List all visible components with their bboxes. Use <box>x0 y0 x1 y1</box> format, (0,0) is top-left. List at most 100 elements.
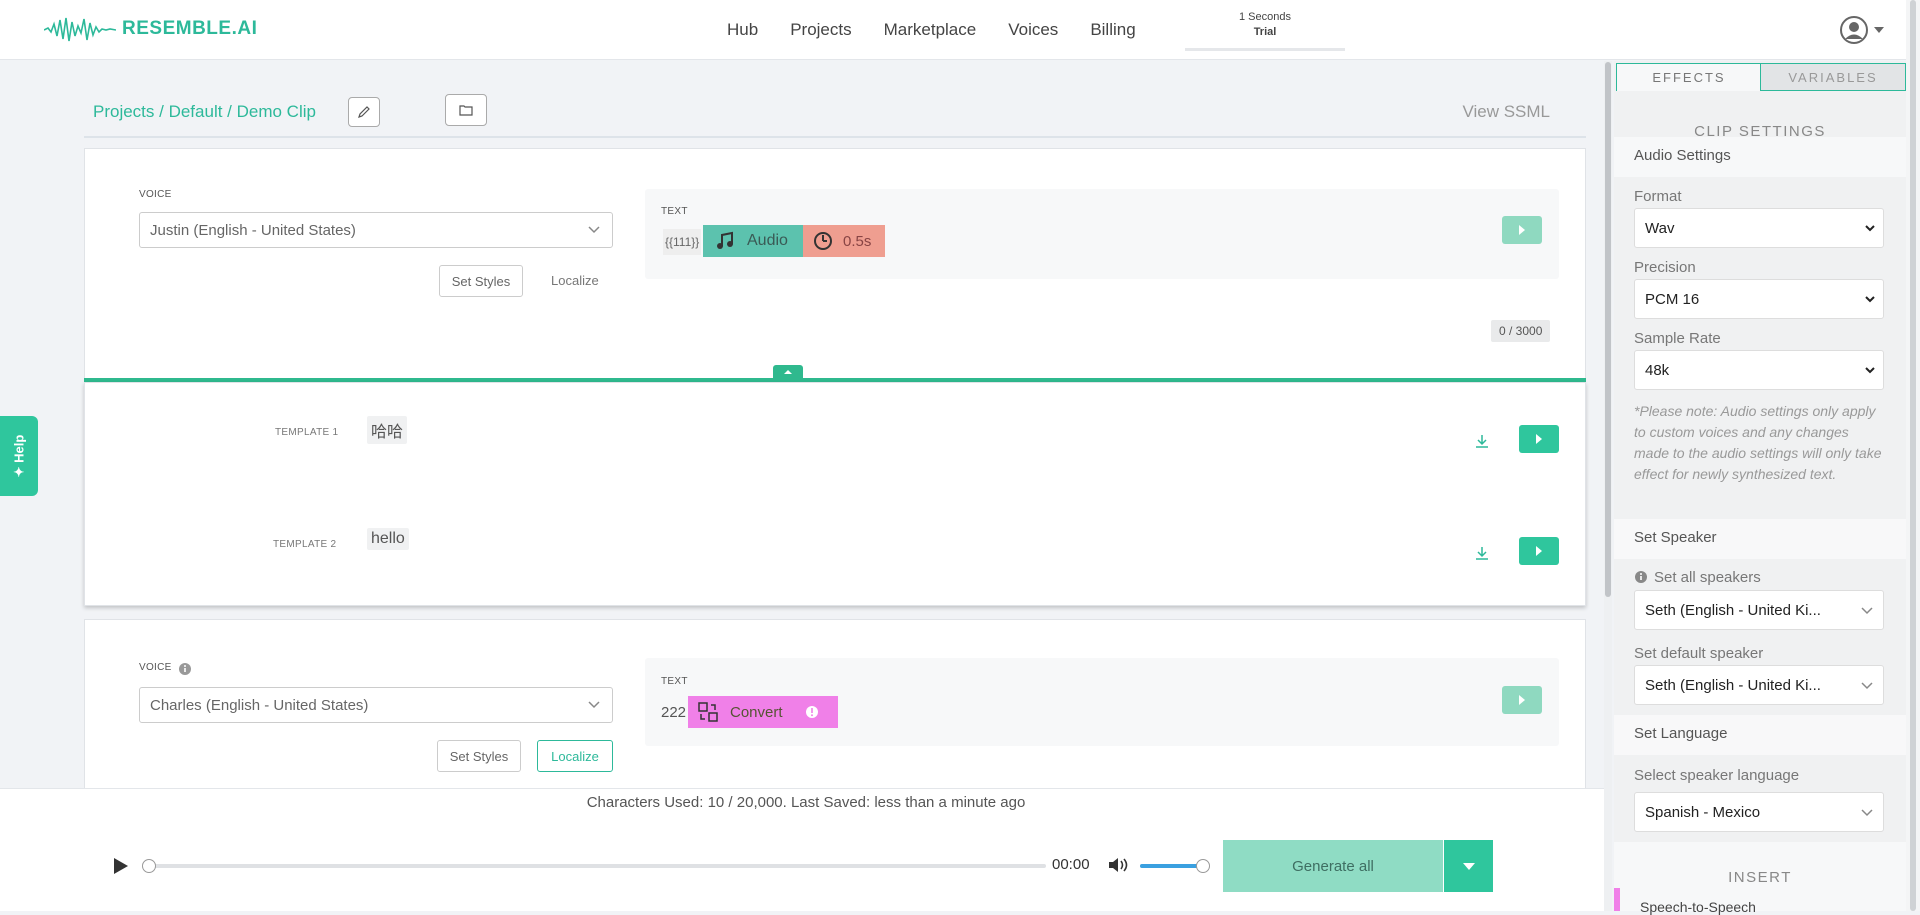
info-icon[interactable] <box>1634 570 1648 584</box>
speaker-language-value: Spanish - Mexico <box>1645 803 1761 821</box>
nav-billing[interactable]: Billing <box>1090 20 1135 40</box>
set-language-heading: Set Language <box>1634 725 1728 742</box>
char-counter: 0 / 3000 <box>1491 320 1551 342</box>
text-area[interactable]: TEXT {{111}} Audio 0.5s <box>645 189 1559 279</box>
precision-select[interactable]: PCM 16 <box>1634 279 1884 319</box>
chevron-down-icon <box>1861 809 1873 817</box>
generate-all-button[interactable]: Generate all <box>1223 840 1443 892</box>
text-area[interactable]: TEXT 222 Convert <box>645 658 1559 746</box>
set-styles-button[interactable]: Set Styles <box>439 265 523 297</box>
variable-token[interactable]: {{111}} <box>663 229 702 255</box>
voice-select[interactable]: Charles (English - United States) <box>139 687 613 723</box>
generate-options-button[interactable] <box>1443 840 1493 892</box>
trial-indicator[interactable]: 1 Seconds Trial <box>1185 10 1345 40</box>
page-scrollbar[interactable] <box>1906 0 1920 911</box>
volume-slider[interactable] <box>1140 864 1202 868</box>
trial-progress-bar <box>1185 48 1345 51</box>
precision-value: PCM 16 <box>1645 290 1700 308</box>
brand-name: RESEMBLE.AI <box>122 18 258 39</box>
play-template-2-button[interactable] <box>1519 537 1559 565</box>
play-clip-button[interactable] <box>1502 216 1542 244</box>
brand-logo[interactable]: RESEMBLE.AI <box>44 14 257 44</box>
format-value: Wav <box>1645 219 1675 237</box>
download-icon[interactable] <box>1474 433 1490 449</box>
format-select[interactable]: Wav <box>1634 208 1884 248</box>
convert-tag-label: Convert <box>730 703 783 721</box>
chevron-down-icon <box>588 701 600 709</box>
play-clip-button[interactable] <box>1502 686 1542 714</box>
tab-effects[interactable]: EFFECTS <box>1616 63 1762 91</box>
localize-button[interactable]: Localize <box>537 740 613 772</box>
caret-down-icon <box>1874 27 1884 33</box>
convert-icon <box>698 702 718 722</box>
audio-tag[interactable]: Audio <box>703 225 803 257</box>
clip-text: 222 <box>661 704 687 721</box>
pause-tag[interactable]: 0.5s <box>803 225 885 257</box>
edit-title-button[interactable] <box>348 97 380 127</box>
all-speakers-select[interactable]: Seth (English - United Ki... <box>1634 590 1884 630</box>
help-tab[interactable]: ✦ Help <box>0 416 38 496</box>
play-icon <box>1536 434 1542 444</box>
voice-label: VOICE <box>139 189 172 200</box>
chevron-down-icon <box>1861 682 1873 690</box>
set-styles-button[interactable]: Set Styles <box>437 740 521 772</box>
sample-rate-label: Sample Rate <box>1634 330 1721 347</box>
audio-settings-note: *Please note: Audio settings only apply … <box>1634 403 1882 482</box>
chevron-up-icon <box>784 370 792 374</box>
speaker-language-select[interactable]: Spanish - Mexico <box>1634 792 1884 832</box>
tab-variables[interactable]: VARIABLES <box>1760 63 1906 91</box>
breadcrumb-row: Projects / Default / Demo Clip View SSML <box>84 94 1586 138</box>
chevron-down-icon <box>1865 296 1875 303</box>
chevron-down-icon <box>1861 607 1873 615</box>
download-icon[interactable] <box>1474 545 1490 561</box>
all-speakers-label: Set all speakers <box>1654 569 1761 586</box>
text-label: TEXT <box>661 676 688 687</box>
volume-level <box>1140 864 1202 868</box>
volume-icon[interactable] <box>1108 856 1130 874</box>
default-speaker-select[interactable]: Seth (English - United Ki... <box>1634 665 1884 705</box>
play-icon <box>1519 695 1525 705</box>
play-icon[interactable] <box>113 857 129 875</box>
sample-rate-value: 48k <box>1645 361 1670 379</box>
top-bar: RESEMBLE.AI Hub Projects Marketplace Voi… <box>0 0 1920 60</box>
convert-tag[interactable]: Convert <box>688 696 838 728</box>
folder-button[interactable] <box>445 94 487 126</box>
nav-voices[interactable]: Voices <box>1008 20 1058 40</box>
template-1-text: 哈哈 <box>367 416 408 444</box>
precision-label: Precision <box>1634 259 1696 276</box>
nav-hub[interactable]: Hub <box>727 20 758 40</box>
collapse-toggle[interactable] <box>773 365 803 378</box>
sample-rate-select[interactable]: 48k <box>1634 350 1884 390</box>
text-label: TEXT <box>661 206 688 217</box>
template-2-label: TEMPLATE 2 <box>273 539 337 550</box>
nav-projects[interactable]: Projects <box>790 20 851 40</box>
voice-value: Charles (English - United States) <box>150 696 369 714</box>
default-speaker-value: Seth (English - United Ki... <box>1645 676 1821 694</box>
nav-marketplace[interactable]: Marketplace <box>884 20 977 40</box>
template-2-text: hello <box>367 528 409 550</box>
user-avatar-icon <box>1840 16 1868 44</box>
caret-down-icon <box>1462 862 1475 870</box>
chevron-down-icon <box>1865 225 1875 232</box>
view-ssml-link[interactable]: View SSML <box>1462 102 1550 122</box>
status-bar: Characters Used: 10 / 20,000. Last Saved… <box>0 788 1612 818</box>
seek-thumb[interactable] <box>142 859 156 873</box>
clip-card-1: VOICE Justin (English - United States) S… <box>84 148 1586 380</box>
main-scrollbar-thumb[interactable] <box>1605 62 1611 597</box>
speech-to-speech-item[interactable]: Speech-to-Speech <box>1640 899 1756 915</box>
info-icon[interactable] <box>178 662 192 676</box>
breadcrumb[interactable]: Projects / Default / Demo Clip <box>93 102 316 122</box>
voice-select[interactable]: Justin (English - United States) <box>139 212 613 248</box>
pencil-icon <box>358 106 370 118</box>
seek-bar[interactable] <box>148 864 1046 868</box>
page-scrollbar-thumb[interactable] <box>1910 0 1916 911</box>
settings-panel: EFFECTS VARIABLES CLIP SETTINGS Audio Se… <box>1614 61 1906 915</box>
default-speaker-label: Set default speaker <box>1634 645 1764 662</box>
play-template-1-button[interactable] <box>1519 425 1559 453</box>
audio-tag-label: Audio <box>747 232 788 249</box>
volume-thumb[interactable] <box>1196 859 1210 873</box>
localize-link[interactable]: Localize <box>551 273 599 288</box>
help-label: Help <box>11 434 26 463</box>
account-menu[interactable] <box>1840 16 1884 44</box>
set-speaker-heading: Set Speaker <box>1634 529 1717 546</box>
